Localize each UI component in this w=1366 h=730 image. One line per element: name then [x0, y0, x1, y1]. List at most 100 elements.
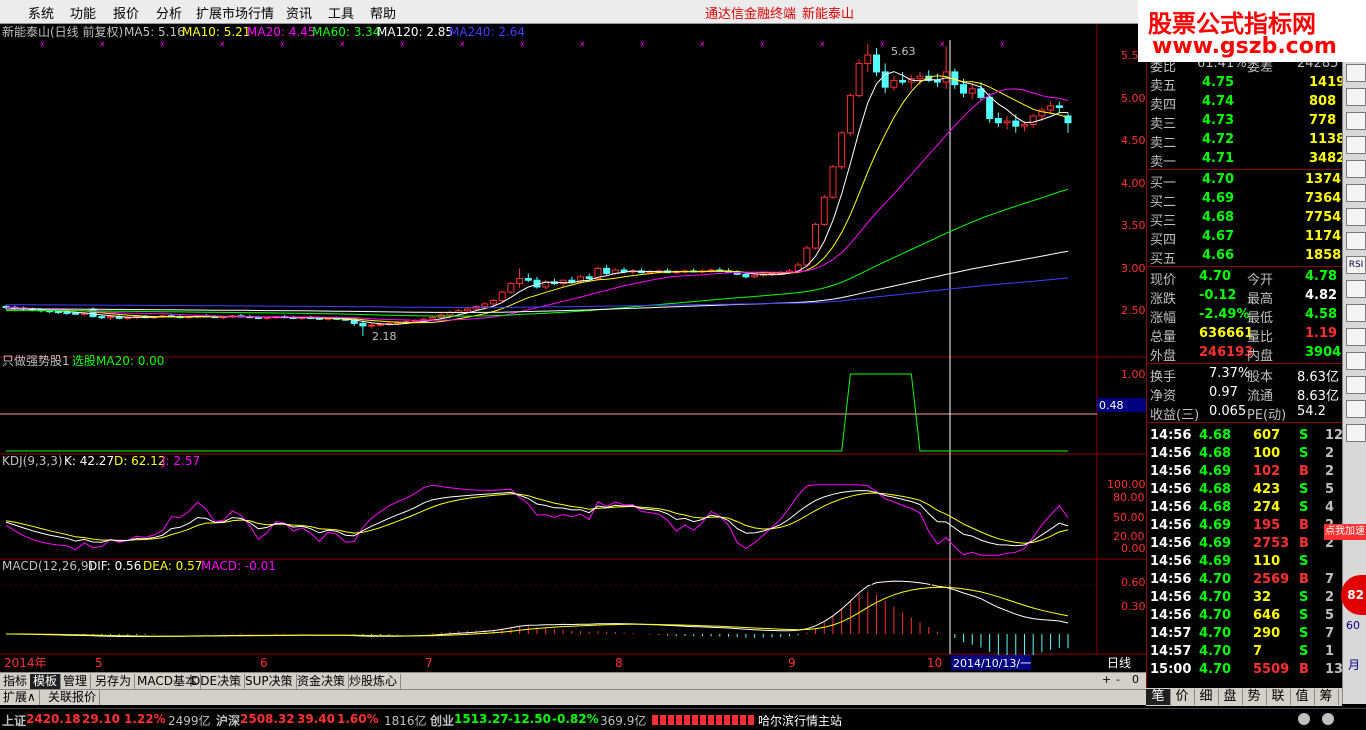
- toolbar-icon[interactable]: [1346, 160, 1366, 178]
- candle: [1003, 120, 1011, 124]
- candle: [368, 324, 376, 327]
- tab-detail[interactable]: 盘: [1218, 689, 1243, 705]
- buy-row: 买三 4.68 7754: [1150, 210, 1342, 229]
- candle: [846, 95, 854, 134]
- candle: [1055, 105, 1063, 108]
- macd-header-dif: DIF: 0.56: [88, 559, 141, 573]
- zoom-reset-icon[interactable]: 0: [1132, 673, 1139, 686]
- price-tick: 4.50: [1121, 134, 1146, 147]
- tab-indicator[interactable]: 资金决策: [294, 674, 350, 689]
- tab-detail[interactable]: 势: [1242, 689, 1267, 705]
- toolbar-icon[interactable]: [1346, 328, 1366, 346]
- kline-chart[interactable]: x x x x x x x x x x x x x x x x x 新能泰山(日线 前复权) MA5: 5.16…: [0, 24, 1146, 672]
- macd-tick: 0.30: [1121, 600, 1146, 613]
- main-header-name: 新能泰山(日线 前复权): [2, 24, 123, 39]
- tab-detail[interactable]: 筹: [1314, 689, 1339, 705]
- tab-indicator[interactable]: 炒股炼心: [346, 674, 402, 689]
- event-marker: x: [400, 39, 405, 48]
- menu-extended-market[interactable]: 扩展市场行情: [196, 3, 274, 22]
- candle: [1047, 105, 1055, 111]
- connection-icon: [1298, 713, 1310, 725]
- price-tick: 5.00: [1121, 92, 1146, 105]
- zoom-controls[interactable]: + - 0: [1098, 673, 1146, 688]
- tab-indicator[interactable]: 模板: [30, 674, 62, 689]
- toolbar-icon[interactable]: [1346, 112, 1366, 130]
- sh-name[interactable]: 上证: [2, 712, 26, 729]
- tab-indicator[interactable]: DDE决策: [188, 674, 246, 689]
- toolbar-icon[interactable]: [1346, 400, 1366, 418]
- tab-detail[interactable]: 值: [1290, 689, 1315, 705]
- toolbar-icon[interactable]: [1346, 136, 1366, 154]
- chart-area[interactable]: x x x x x x x x x x x x x x x x x 新能泰山(日线 前复权) MA5: 5.16…: [0, 24, 1146, 704]
- watermark-logo: 股票公式指标网 www.gszb.com: [1138, 0, 1366, 62]
- menu-system[interactable]: 系统: [28, 3, 54, 22]
- tab-detail[interactable]: 价: [1170, 689, 1195, 705]
- panel-divider: [1147, 422, 1343, 423]
- stock-title: 新能泰山: [802, 7, 855, 22]
- toolbar-icon[interactable]: [1346, 424, 1366, 442]
- tick-row: 14:56 4.69 110 S: [1150, 554, 1309, 569]
- menu-analysis[interactable]: 分析: [156, 3, 182, 22]
- toolbar-icon[interactable]: [1346, 208, 1366, 226]
- menu-quote[interactable]: 报价: [113, 3, 139, 22]
- tab-indicator[interactable]: SUP决策: [242, 674, 297, 689]
- ind1-tick: 1.00: [1121, 368, 1146, 381]
- sound-icon: [1322, 713, 1334, 725]
- rsi-icon[interactable]: RSI: [1346, 256, 1366, 274]
- period-label: 日线: [1107, 656, 1131, 670]
- menu-news[interactable]: 资讯: [286, 3, 312, 22]
- tab-detail[interactable]: 笔: [1146, 689, 1171, 705]
- toolbar-icon[interactable]: [1346, 232, 1366, 250]
- sz-name[interactable]: 沪深: [216, 712, 240, 729]
- macd-header-macd: MACD: -0.01: [201, 559, 276, 573]
- menu-help[interactable]: 帮助: [370, 3, 396, 22]
- cy-amt: 369.9亿: [600, 714, 647, 728]
- side-month[interactable]: 月: [1348, 656, 1360, 673]
- price-tick: 4.00: [1121, 177, 1146, 190]
- toolbar-icon[interactable]: [1346, 184, 1366, 202]
- toolbar-icon[interactable]: [1346, 304, 1366, 322]
- tick-row: 14:56 4.68 423 S 5: [1150, 482, 1335, 497]
- candle: [507, 283, 515, 293]
- boost-badge[interactable]: 点我加速: [1324, 524, 1366, 540]
- tab-detail[interactable]: 细: [1194, 689, 1219, 705]
- side-60[interactable]: 60: [1346, 619, 1360, 632]
- candle: [960, 84, 968, 94]
- zoom-out-icon[interactable]: -: [1116, 673, 1120, 686]
- buy-row: 买四 4.67 1174: [1150, 229, 1342, 248]
- tab-indicator[interactable]: 管理: [60, 674, 92, 689]
- sz-chg: 39.40: [297, 712, 335, 726]
- zoom-in-icon[interactable]: +: [1102, 673, 1111, 686]
- event-marker: x: [820, 39, 825, 48]
- toolbar-icon[interactable]: [1346, 64, 1366, 82]
- toolbar-icon[interactable]: [1346, 376, 1366, 394]
- kdj-header-d: D: 62.12: [114, 454, 165, 468]
- tick-row: 14:57 4.70 7 S 1: [1150, 644, 1335, 659]
- cy-name[interactable]: 创业: [430, 712, 454, 729]
- toolbar-icon[interactable]: [1346, 280, 1366, 298]
- menu-tools[interactable]: 工具: [328, 3, 354, 22]
- stat-row: 涨跌 -0.12 最高 4.82: [1150, 288, 1338, 307]
- candle: [864, 54, 872, 64]
- tab-extended[interactable]: 扩展∧: [0, 690, 40, 705]
- toolbar-icon[interactable]: [1346, 88, 1366, 106]
- event-marker: x: [1000, 39, 1005, 48]
- macd-pane: [0, 580, 1097, 658]
- tab-extended[interactable]: 关联报价: [45, 690, 101, 705]
- event-marker: x: [520, 39, 525, 48]
- server-name[interactable]: 哈尔滨行情主站: [758, 712, 842, 729]
- toolbar-icon[interactable]: [1346, 352, 1366, 370]
- tab-detail[interactable]: 联: [1266, 689, 1291, 705]
- candle: [394, 322, 402, 325]
- extended-tabs: 扩展∧ 关联报价: [0, 689, 1146, 705]
- date-cursor: 2014/10/13/一: [953, 657, 1031, 670]
- low-label: 2.18: [372, 330, 397, 343]
- sh-chg: 29.10: [82, 712, 120, 726]
- tab-indicator[interactable]: 指标: [0, 674, 32, 689]
- main-header-ma60: MA60: 3.34: [312, 25, 380, 39]
- tab-indicator[interactable]: 另存为: [92, 674, 136, 689]
- kdj-tick: 0.00: [1121, 542, 1146, 555]
- menu-function[interactable]: 功能: [70, 3, 96, 22]
- price-tick: 3.00: [1121, 262, 1146, 275]
- sell-row: 卖二 4.72 1138: [1150, 132, 1346, 151]
